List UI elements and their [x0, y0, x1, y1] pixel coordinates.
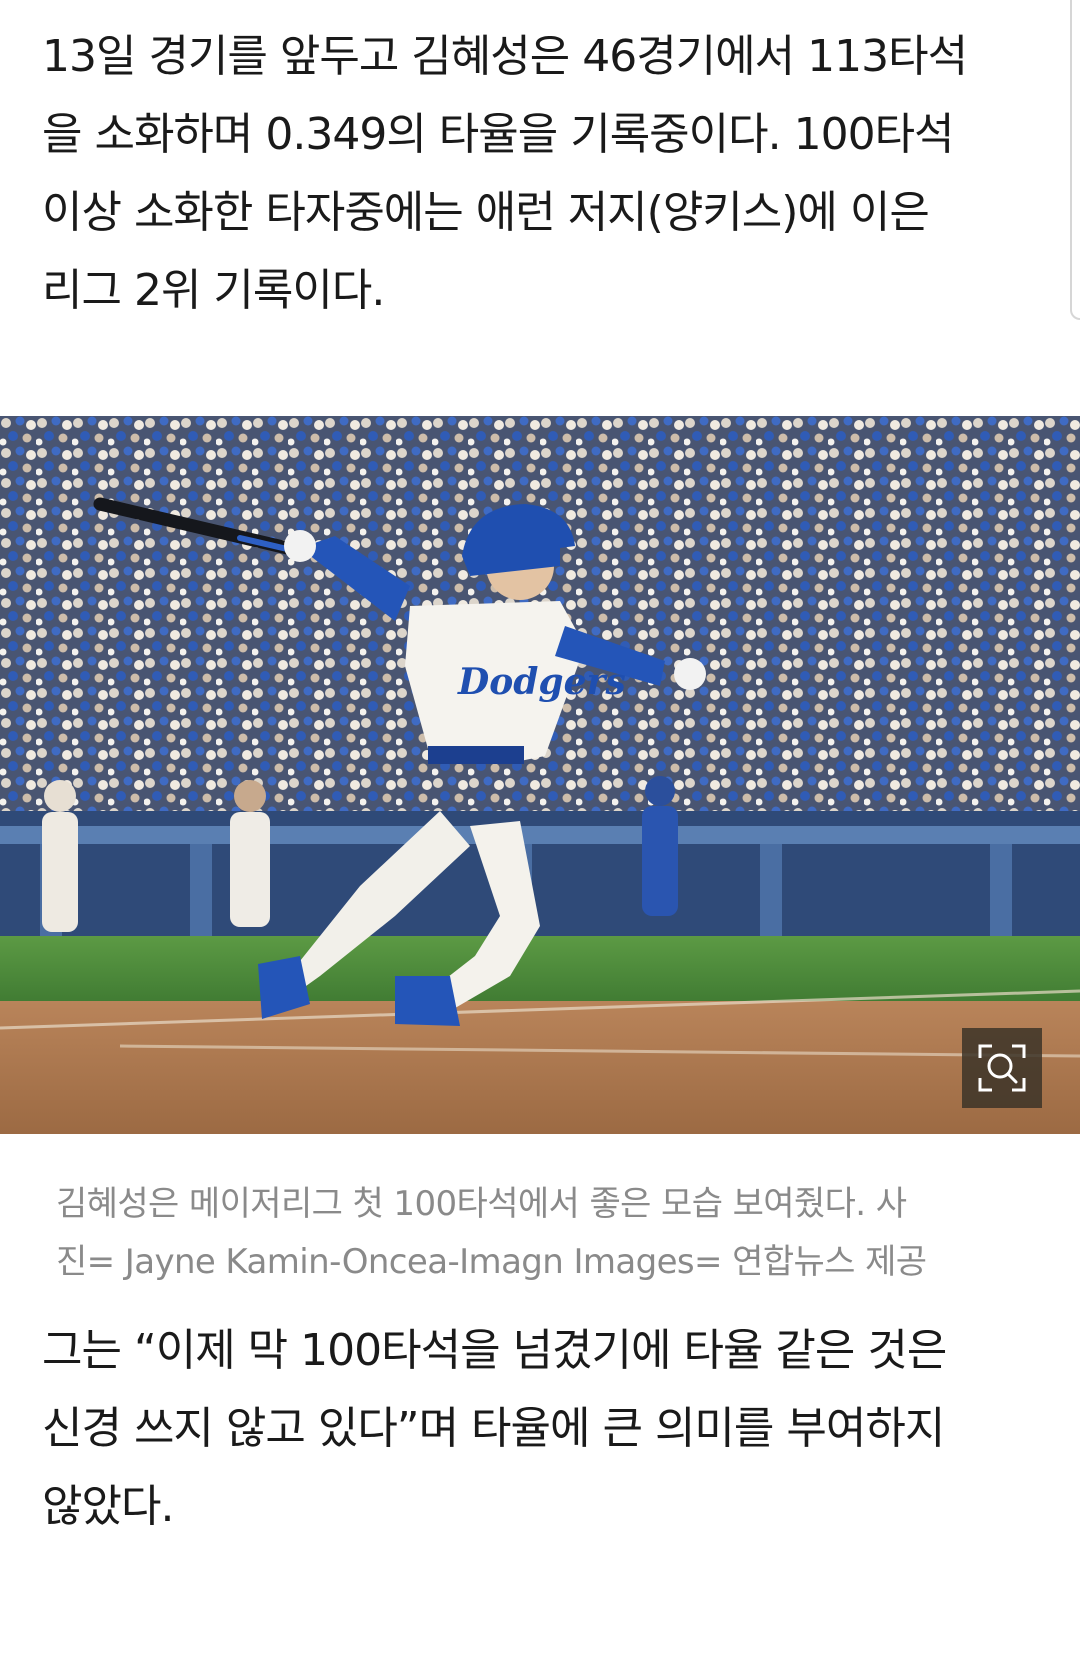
zoom-magnifier-icon: [978, 1044, 1026, 1092]
jersey-script: Dodgers: [457, 661, 626, 703]
article-paragraph-1: 13일 경기를 앞두고 김혜성은 46경기에서 113타석 을 소화하며 0.3…: [42, 31, 968, 316]
article-paragraph-2: 그는 “이제 막 100타석을 넘겼기에 타율 같은 것은 신경 쓰지 않고 있…: [42, 1325, 947, 1532]
field: [0, 936, 1080, 1134]
photo-caption: 김혜성은 메이저리그 첫 100타석에서 좋은 모습 보여줬다. 사 진= Ja…: [56, 1184, 927, 1282]
article-photo[interactable]: Dodgers: [0, 416, 1080, 1134]
photo-zoom-button[interactable]: [962, 1028, 1042, 1108]
scroll-edge: [1070, 0, 1080, 320]
